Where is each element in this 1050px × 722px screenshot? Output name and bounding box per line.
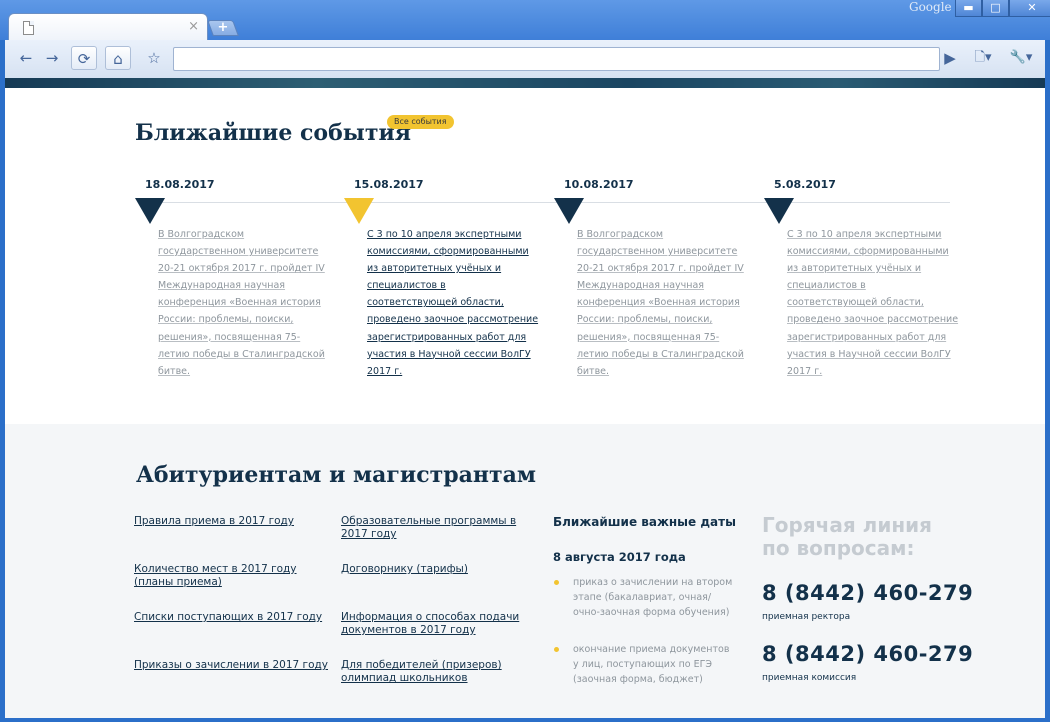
browser-titlebar: × + Google ▬ □ ✕ <box>0 0 1050 42</box>
applicants-title: Абитуриентам и магистрантам <box>136 462 536 488</box>
phone-caption: приемная ректора <box>762 612 851 622</box>
applicants-section: Абитуриентам и магистрантам Правила прие… <box>5 424 1045 718</box>
address-bar[interactable] <box>173 47 940 71</box>
phone-number[interactable]: 8 (8442) 460-279 <box>762 581 973 605</box>
browser-toolbar: ← → ⟳ ⌂ ☆ ▶ 🗋▾ 🔧▾ <box>0 40 1050 78</box>
window-frame-bottom <box>0 718 1050 722</box>
phone-caption: приемная комиссия <box>762 673 857 683</box>
places-count-link[interactable]: Количество мест в 2017 году (планы прием… <box>134 563 304 589</box>
close-window-button[interactable]: ✕ <box>1009 0 1050 17</box>
timeline-marker-icon <box>764 198 794 224</box>
new-tab-button[interactable]: + <box>207 20 239 36</box>
browser-brand: Google <box>909 0 952 14</box>
page-icon <box>23 21 34 35</box>
tab-close-icon[interactable]: × <box>188 18 199 36</box>
timeline-line <box>138 202 950 203</box>
browser-tab[interactable]: × <box>8 13 208 42</box>
bullet-icon <box>554 647 559 652</box>
page-menu-icon[interactable]: 🗋▾ <box>968 46 998 70</box>
event-date: 15.08.2017 <box>354 178 424 191</box>
back-arrow-icon[interactable]: ← <box>13 46 39 70</box>
applicants-lists-link[interactable]: Списки поступающих в 2017 году <box>134 611 324 624</box>
phone-number[interactable]: 8 (8442) 460-279 <box>762 642 973 666</box>
event-link[interactable]: С 3 по 10 апреля экспертными комиссиями,… <box>367 226 539 380</box>
go-arrow-icon[interactable]: ▶ <box>937 46 963 70</box>
submission-info-link[interactable]: Информация о способах подачи документов … <box>341 611 521 637</box>
important-dates-title: Ближайшие важные даты <box>553 515 736 529</box>
hotline-title: Горячая линия по вопросам: <box>762 513 933 560</box>
olympiad-winners-link[interactable]: Для победителей (призеров) олимпиад школ… <box>341 659 511 685</box>
window-controls: ▬ □ ✕ <box>955 0 1050 18</box>
contract-tariffs-link[interactable]: Договорнику (тарифы) <box>341 563 521 576</box>
important-date: 8 августа 2017 года <box>553 550 686 564</box>
event-link[interactable]: В Волгоградском государственном универси… <box>577 226 749 380</box>
bullet-icon <box>554 580 559 585</box>
minimize-button[interactable]: ▬ <box>955 0 982 17</box>
date-item-text: окончание приема документов у лиц, посту… <box>573 644 730 685</box>
event-date: 10.08.2017 <box>564 178 634 191</box>
forward-arrow-icon[interactable]: → <box>39 46 65 70</box>
maximize-button[interactable]: □ <box>982 0 1009 17</box>
page-viewport: Ближайшие события Все события 18.08.2017… <box>5 78 1045 718</box>
all-events-badge[interactable]: Все события <box>387 115 454 129</box>
timeline-marker-icon <box>344 198 374 224</box>
event-date: 5.08.2017 <box>774 178 836 191</box>
home-icon[interactable]: ⌂ <box>105 46 131 70</box>
bookmark-star-icon[interactable]: ☆ <box>141 46 167 70</box>
reload-icon[interactable]: ⟳ <box>71 46 97 70</box>
event-date: 18.08.2017 <box>145 178 215 191</box>
programs-link[interactable]: Образовательные программы в 2017 году <box>341 515 521 541</box>
tools-menu-icon[interactable]: 🔧▾ <box>1006 46 1036 70</box>
enrollment-orders-link[interactable]: Приказы о зачислении в 2017 году <box>134 659 334 672</box>
timeline-marker-icon <box>135 198 165 224</box>
timeline-marker-icon <box>554 198 584 224</box>
events-title: Ближайшие события <box>135 120 412 146</box>
header-image-strip <box>5 78 1045 88</box>
date-item-text: приказ о зачислении на втором этапе (бак… <box>573 577 733 618</box>
event-link[interactable]: С 3 по 10 апреля экспертными комиссиями,… <box>787 226 959 380</box>
event-link[interactable]: В Волгоградском государственном универси… <box>158 226 330 380</box>
admission-rules-link[interactable]: Правила приема в 2017 году <box>134 515 304 528</box>
plus-icon: + <box>217 20 229 35</box>
